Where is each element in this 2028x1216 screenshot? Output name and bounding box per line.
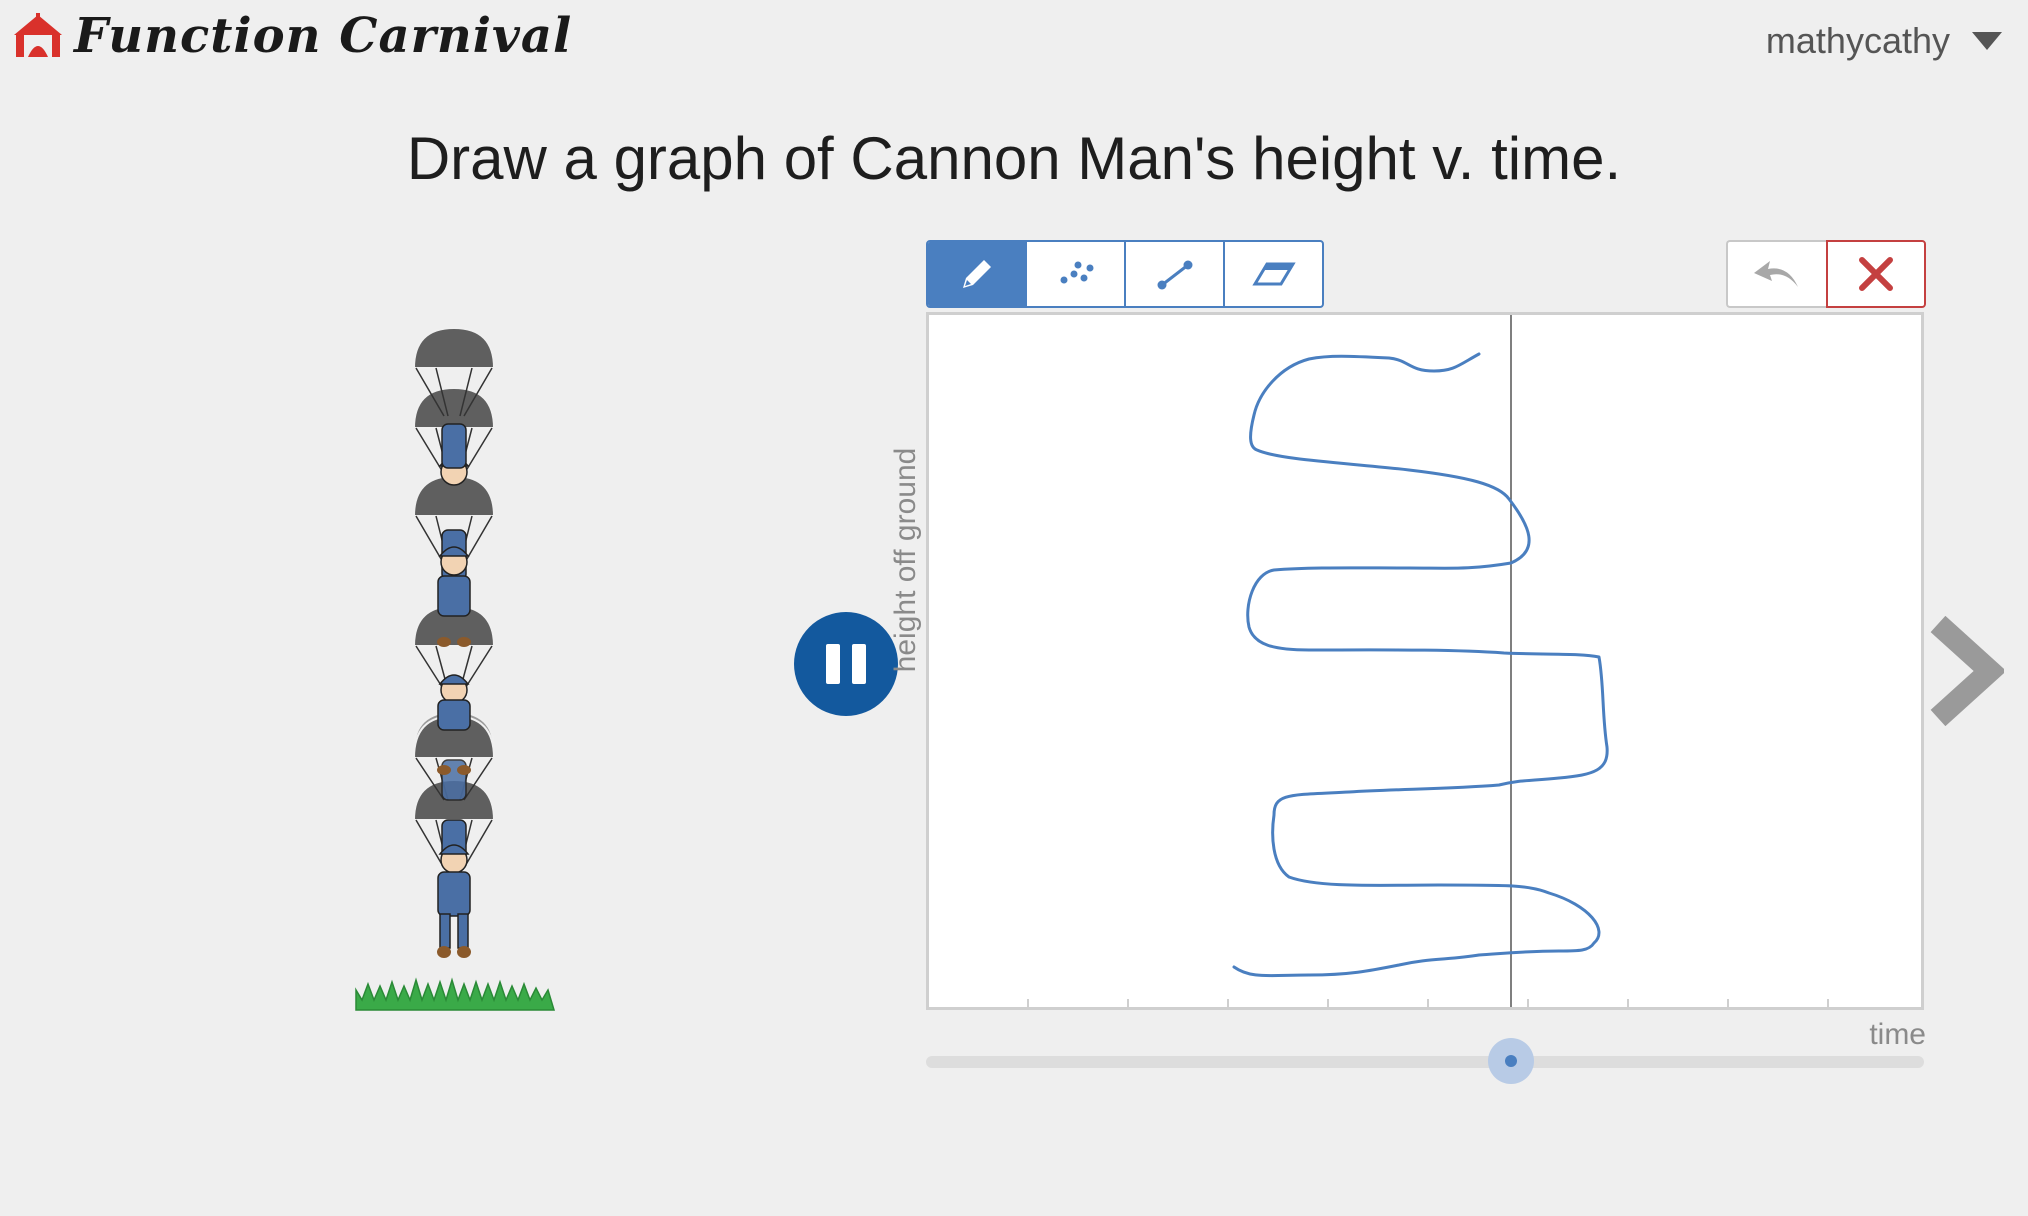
- parachute-man-trail: [412, 326, 496, 958]
- eraser-tool-button[interactable]: [1225, 242, 1322, 306]
- line-icon: [1157, 260, 1192, 290]
- next-arrow-button[interactable]: [1928, 615, 2007, 731]
- slider-thumb-dot: [1505, 1055, 1517, 1067]
- app-logo: Function Carnival: [12, 8, 572, 64]
- eraser-icon: [1251, 262, 1296, 286]
- pause-button[interactable]: [794, 612, 898, 716]
- app-title: Function Carnival: [74, 8, 573, 64]
- line-tool-button[interactable]: [1126, 242, 1225, 306]
- chevron-down-icon: [1972, 32, 2002, 50]
- tent-icon: [14, 13, 62, 57]
- time-slider-thumb[interactable]: [1488, 1038, 1534, 1084]
- close-icon: [1859, 257, 1893, 291]
- clear-button[interactable]: [1826, 240, 1926, 308]
- undo-icon: [1754, 261, 1798, 287]
- y-axis-label-text: height off ground: [889, 447, 922, 673]
- points-icon: [1060, 261, 1093, 284]
- grass-ground: [355, 977, 556, 1011]
- x-axis-ticks: [1027, 999, 1829, 1007]
- drawn-curve: [1232, 352, 1609, 978]
- chevron-right-icon: [1930, 615, 2007, 727]
- pause-icon-bar-left: [826, 644, 840, 684]
- drawing-toolbar: [926, 240, 1324, 308]
- pencil-tool-button[interactable]: [928, 242, 1027, 306]
- points-tool-button[interactable]: [1027, 242, 1126, 306]
- pencil-icon: [962, 260, 991, 288]
- x-axis-label: time: [1869, 1018, 1926, 1051]
- username: mathycathy: [1765, 20, 1950, 61]
- pause-icon-bar-right: [852, 644, 866, 684]
- graph-actions: [1726, 240, 1926, 308]
- undo-button[interactable]: [1726, 240, 1826, 308]
- graph-canvas[interactable]: [926, 312, 1924, 1010]
- page-prompt: Draw a graph of Cannon Man's height v. t…: [406, 125, 1622, 192]
- user-menu[interactable]: mathycathy: [1766, 20, 2002, 62]
- time-slider[interactable]: [926, 1056, 1924, 1068]
- animation-scene: [340, 320, 600, 1025]
